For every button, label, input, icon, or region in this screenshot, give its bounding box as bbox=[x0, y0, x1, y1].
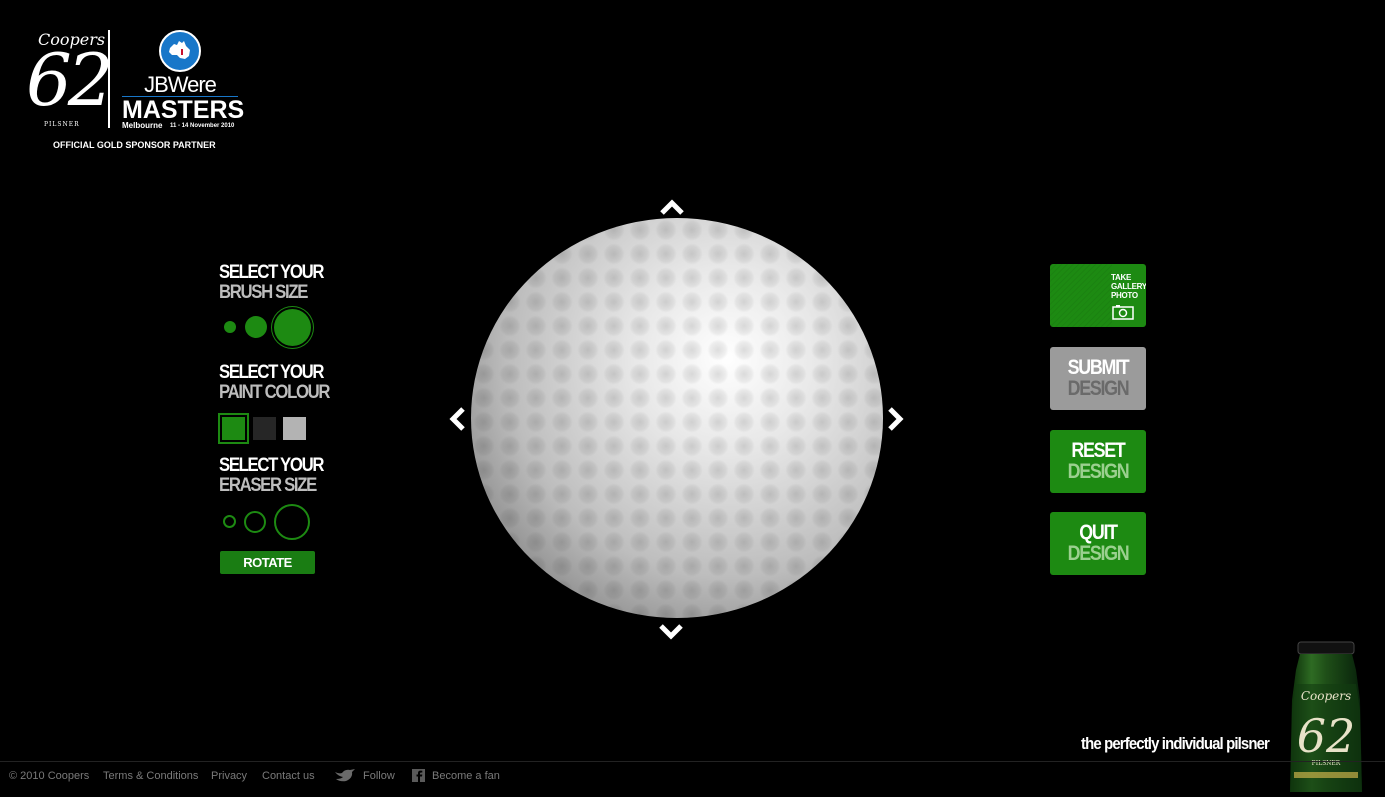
quit-design-button[interactable]: QUIT DESIGN bbox=[1050, 512, 1146, 575]
australia-badge-icon bbox=[159, 30, 201, 72]
event-dates: 11 - 14 November 2010 bbox=[170, 123, 235, 129]
eraser-size-heading: SELECT YOUR ERASER SIZE bbox=[219, 455, 324, 496]
paint-colour-heading: SELECT YOUR PAINT COLOUR bbox=[219, 362, 331, 403]
rotate-button[interactable]: ROTATE bbox=[220, 551, 315, 574]
masters-logo-text: MASTERS bbox=[122, 96, 245, 124]
submit-design-button[interactable]: SUBMIT DESIGN bbox=[1050, 347, 1146, 410]
coopers-62-logo: 62 bbox=[26, 38, 114, 122]
brush-size-medium[interactable] bbox=[245, 316, 267, 338]
footer-privacy-link[interactable]: Privacy bbox=[211, 770, 247, 782]
eraser-size-small[interactable] bbox=[223, 515, 236, 528]
eraser-size-large[interactable] bbox=[274, 504, 310, 540]
reset-design-button[interactable]: RESET DESIGN bbox=[1050, 430, 1146, 493]
arrow-left-icon[interactable] bbox=[443, 405, 471, 433]
paint-colour-black[interactable] bbox=[253, 417, 276, 440]
footer-fan-link[interactable]: Become a fan bbox=[432, 770, 500, 782]
sponsor-text: OFFICIAL GOLD SPONSOR PARTNER bbox=[53, 140, 216, 150]
golf-ball-canvas[interactable] bbox=[471, 218, 883, 618]
arrow-right-icon[interactable] bbox=[882, 405, 910, 433]
camera-icon bbox=[1112, 305, 1134, 325]
take-gallery-photo-button[interactable]: TAKE GALLERY PHOTO bbox=[1050, 264, 1146, 327]
svg-text:Coopers: Coopers bbox=[1301, 689, 1351, 703]
event-city: Melbourne bbox=[122, 121, 163, 130]
footer-contact-link[interactable]: Contact us bbox=[262, 770, 315, 782]
twitter-bird-icon[interactable] bbox=[333, 768, 357, 787]
svg-text:62: 62 bbox=[1297, 709, 1356, 763]
footer-follow-link[interactable]: Follow bbox=[363, 770, 395, 782]
jbwere-logo-text: JBWere bbox=[144, 72, 217, 97]
footer-copyright: © 2010 Coopers bbox=[9, 770, 90, 782]
brush-size-small[interactable] bbox=[224, 321, 236, 333]
tagline: the perfectly individual pilsner bbox=[1081, 734, 1270, 753]
paint-colour-grey[interactable] bbox=[283, 417, 306, 440]
arrow-up-icon[interactable] bbox=[658, 193, 686, 221]
beer-bottle-image: Coopers 62 PILSNER bbox=[1286, 640, 1366, 797]
brush-size-large[interactable] bbox=[274, 309, 311, 346]
logo-divider bbox=[108, 30, 110, 128]
paint-colour-green[interactable] bbox=[218, 413, 249, 444]
footer-divider bbox=[0, 761, 1385, 762]
facebook-icon[interactable] bbox=[412, 769, 425, 787]
brush-size-heading: SELECT YOUR BRUSH SIZE bbox=[219, 262, 324, 303]
arrow-down-icon[interactable] bbox=[657, 618, 685, 646]
pilsner-label: PILSNER bbox=[44, 121, 80, 128]
eraser-size-medium[interactable] bbox=[244, 511, 266, 533]
footer-terms-link[interactable]: Terms & Conditions bbox=[103, 770, 198, 782]
